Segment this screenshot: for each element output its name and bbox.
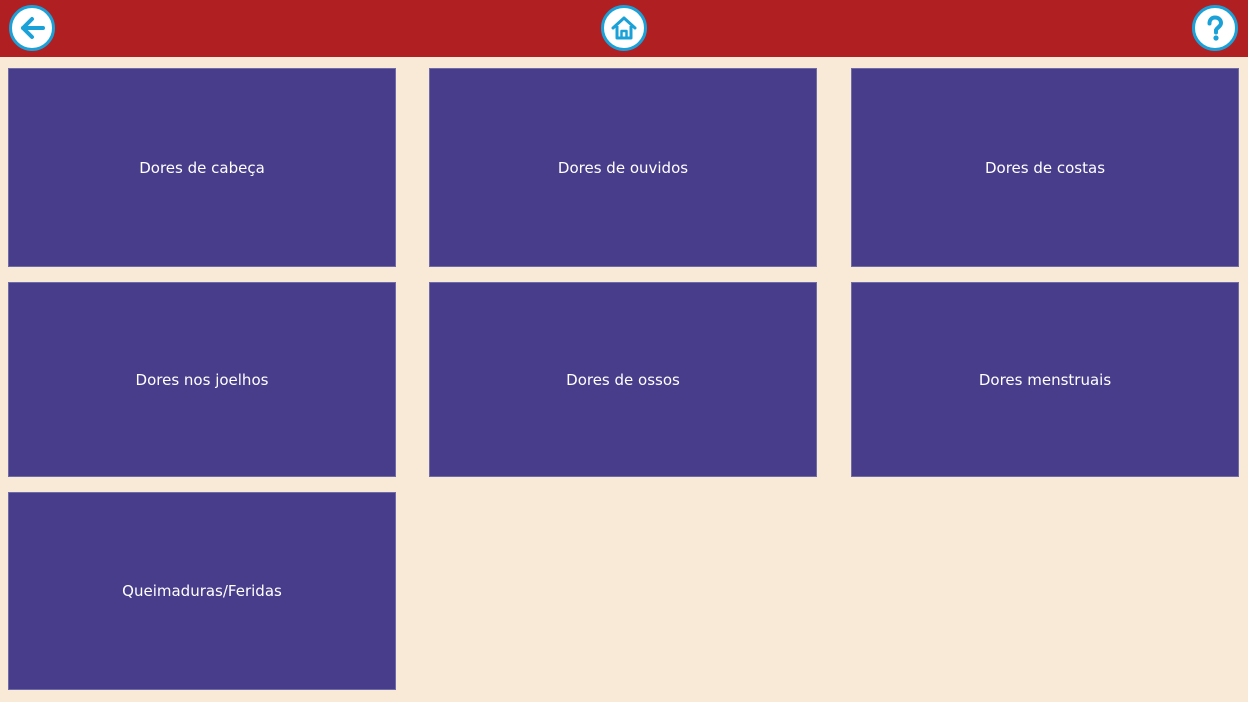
tile-dores-de-ossos[interactable]: Dores de ossos (429, 282, 817, 477)
tile-label: Dores de ouvidos (557, 158, 689, 177)
tile-label: Dores de ossos (566, 370, 680, 389)
help-button[interactable] (1192, 5, 1238, 51)
tile-dores-nos-joelhos[interactable]: Dores nos joelhos (8, 282, 396, 477)
back-button[interactable] (9, 5, 55, 51)
tile-dores-menstruais[interactable]: Dores menstruais (851, 282, 1239, 477)
tile-label: Dores menstruais (978, 370, 1112, 389)
tile-label: Queimaduras/Feridas (122, 582, 282, 600)
top-bar (0, 0, 1248, 57)
question-mark-icon (1200, 13, 1230, 43)
tile-label: Dores de costas (984, 158, 1106, 177)
home-icon (609, 13, 639, 43)
tile-dores-de-costas[interactable]: Dores de costas (851, 68, 1239, 267)
tile-label: Dores nos joelhos (135, 370, 269, 389)
tile-dores-de-ouvidos[interactable]: Dores de ouvidos (429, 68, 817, 267)
home-button[interactable] (601, 5, 647, 51)
arrow-left-icon (17, 13, 47, 43)
app-window: Dores de cabeça Dores de ouvidos Dores d… (0, 0, 1248, 702)
tile-label: Dores de cabeça (139, 158, 265, 177)
tile-dores-de-cabeca[interactable]: Dores de cabeça (8, 68, 396, 267)
tile-queimaduras-feridas[interactable]: Queimaduras/Feridas (8, 492, 396, 690)
